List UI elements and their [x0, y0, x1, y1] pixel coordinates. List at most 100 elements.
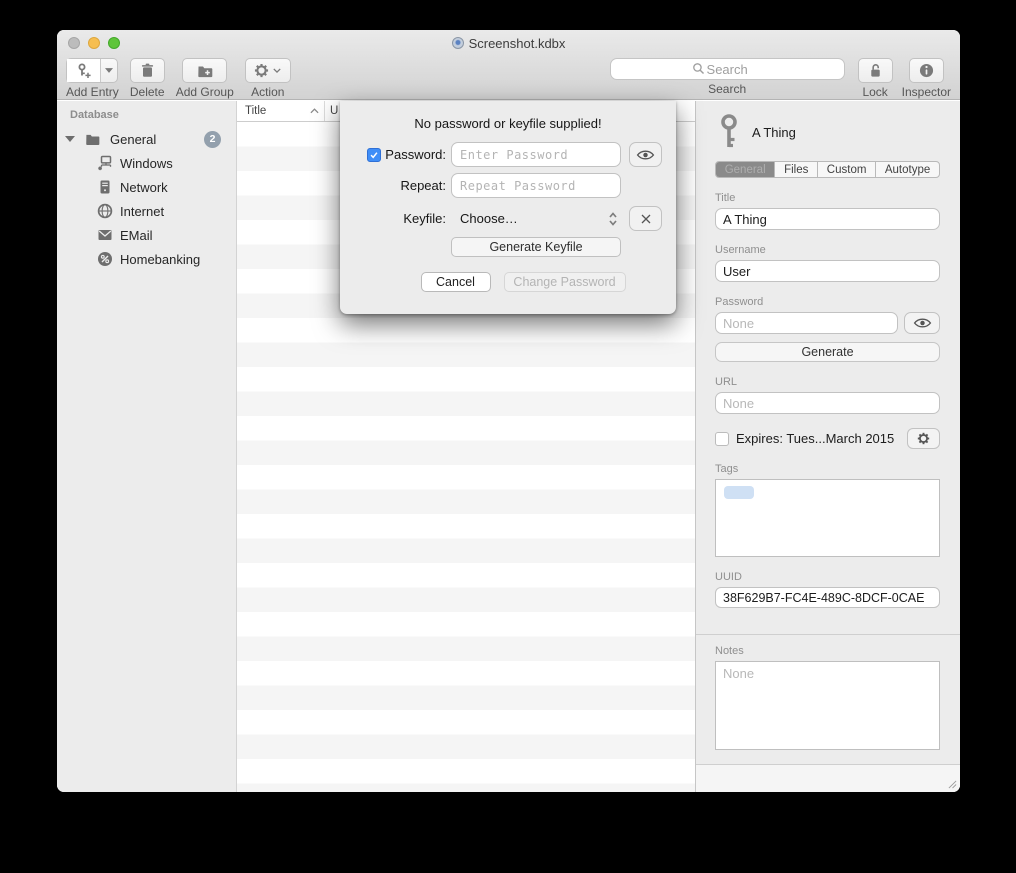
sidebar-item-label: Homebanking [120, 252, 200, 267]
tag-token[interactable] [724, 486, 754, 499]
sheet-message: No password or keyfile supplied! [340, 116, 676, 131]
add-entry-dropdown[interactable] [100, 59, 117, 82]
inspector-footer [696, 764, 960, 792]
delete-label: Delete [130, 85, 165, 99]
close-button[interactable] [68, 37, 80, 49]
toolbar: Add Entry Delete Add Group [57, 56, 960, 99]
generate-password-button[interactable]: Generate [715, 342, 940, 362]
disclosure-triangle-icon[interactable] [65, 136, 75, 142]
titlebar[interactable]: Screenshot.kdbx [57, 30, 960, 56]
document-proxy-icon[interactable] [452, 37, 464, 49]
chevron-down-icon [105, 68, 113, 73]
title-field-label: Title [715, 192, 940, 204]
password-label: Password: [385, 147, 446, 162]
change-password-button[interactable]: Change Password [504, 272, 626, 292]
tab-custom[interactable]: Custom [818, 162, 876, 177]
password-field[interactable] [715, 312, 898, 334]
sidebar-item-label: General [110, 132, 156, 147]
minimize-button[interactable] [88, 37, 100, 49]
desktop-background: Screenshot.kdbx Add Entry Delete [0, 0, 1016, 873]
password-field-label: Password [715, 296, 940, 308]
notes-field[interactable] [715, 661, 940, 750]
eye-icon [913, 317, 932, 329]
delete-button[interactable] [130, 58, 165, 83]
column-label: U [330, 105, 338, 117]
close-x-icon [640, 213, 652, 225]
inspector-button[interactable] [909, 58, 944, 83]
keyfile-value: Choose… [460, 211, 608, 226]
stepper-icon [608, 211, 618, 227]
resize-grip[interactable] [948, 780, 957, 789]
lock-button[interactable] [858, 58, 893, 83]
envelope-icon [97, 227, 113, 243]
url-field[interactable] [715, 392, 940, 414]
lock-open-icon [868, 63, 883, 78]
tab-general[interactable]: General [716, 162, 775, 177]
folder-plus-icon [197, 63, 213, 79]
lock-label: Lock [862, 85, 887, 99]
action-label: Action [251, 85, 284, 99]
entry-title-heading: A Thing [752, 125, 796, 140]
windows-network-icon [97, 155, 113, 171]
sidebar-section-header: Database [57, 109, 236, 121]
enter-password-input[interactable] [451, 142, 621, 167]
repeat-label: Repeat: [400, 178, 446, 193]
column-label: Title [245, 105, 266, 117]
gear-icon [254, 63, 269, 78]
expires-checkbox[interactable] [715, 432, 729, 446]
sidebar-item-homebanking[interactable]: Homebanking [57, 247, 236, 271]
folder-icon [84, 132, 101, 147]
search-label: Search [708, 82, 746, 96]
sidebar-item-email[interactable]: EMail [57, 223, 236, 247]
add-group-button[interactable] [182, 58, 227, 83]
expires-label: Expires: Tues...March 2015 [736, 431, 900, 446]
url-field-label: URL [715, 376, 940, 388]
tab-files[interactable]: Files [775, 162, 818, 177]
window-title: Screenshot.kdbx [469, 36, 566, 51]
change-password-sheet: No password or keyfile supplied! Passwor… [340, 101, 676, 314]
tags-field[interactable] [715, 479, 940, 557]
zoom-button[interactable] [108, 37, 120, 49]
keyfile-popup[interactable]: Choose… [451, 206, 621, 231]
notes-field-label: Notes [715, 645, 940, 657]
expires-settings-button[interactable] [907, 428, 940, 449]
traffic-lights [68, 37, 120, 49]
key-icon [719, 113, 739, 151]
repeat-password-input[interactable] [451, 173, 621, 198]
add-group-label: Add Group [176, 85, 234, 99]
username-field[interactable] [715, 260, 940, 282]
reveal-password-button[interactable] [904, 312, 940, 334]
info-circle-icon [919, 63, 934, 78]
sidebar-item-network[interactable]: Network [57, 175, 236, 199]
sidebar-item-label: Windows [120, 156, 173, 171]
password-checkbox[interactable] [367, 148, 381, 162]
column-header-title[interactable]: Title [237, 101, 325, 121]
app-window: Screenshot.kdbx Add Entry Delete [57, 30, 960, 792]
clear-keyfile-button[interactable] [629, 206, 662, 231]
column-header-username[interactable]: U [325, 105, 338, 117]
divider [696, 634, 960, 635]
tab-autotype[interactable]: Autotype [876, 162, 939, 177]
inspector-label: Inspector [902, 85, 951, 99]
title-field[interactable] [715, 208, 940, 230]
trash-icon [140, 63, 155, 78]
gear-icon [917, 432, 930, 445]
action-button[interactable] [245, 58, 291, 83]
group-sidebar: Database General 2 Windows Network [57, 101, 237, 792]
reveal-password-button[interactable] [629, 142, 662, 167]
cancel-button[interactable]: Cancel [421, 272, 491, 292]
check-icon [369, 150, 379, 160]
eye-icon [636, 149, 655, 161]
add-entry-button[interactable] [66, 58, 118, 83]
username-field-label: Username [715, 244, 940, 256]
search-input[interactable] [610, 58, 845, 80]
generate-keyfile-button[interactable]: Generate Keyfile [451, 237, 621, 257]
percent-icon [97, 251, 113, 267]
sidebar-item-windows[interactable]: Windows [57, 151, 236, 175]
window-chrome: Screenshot.kdbx Add Entry Delete [57, 30, 960, 100]
entry-count-badge: 2 [204, 131, 221, 148]
sidebar-item-general[interactable]: General 2 [57, 127, 236, 151]
sidebar-item-internet[interactable]: Internet [57, 199, 236, 223]
uuid-field[interactable] [715, 587, 940, 608]
sidebar-item-label: Network [120, 180, 168, 195]
